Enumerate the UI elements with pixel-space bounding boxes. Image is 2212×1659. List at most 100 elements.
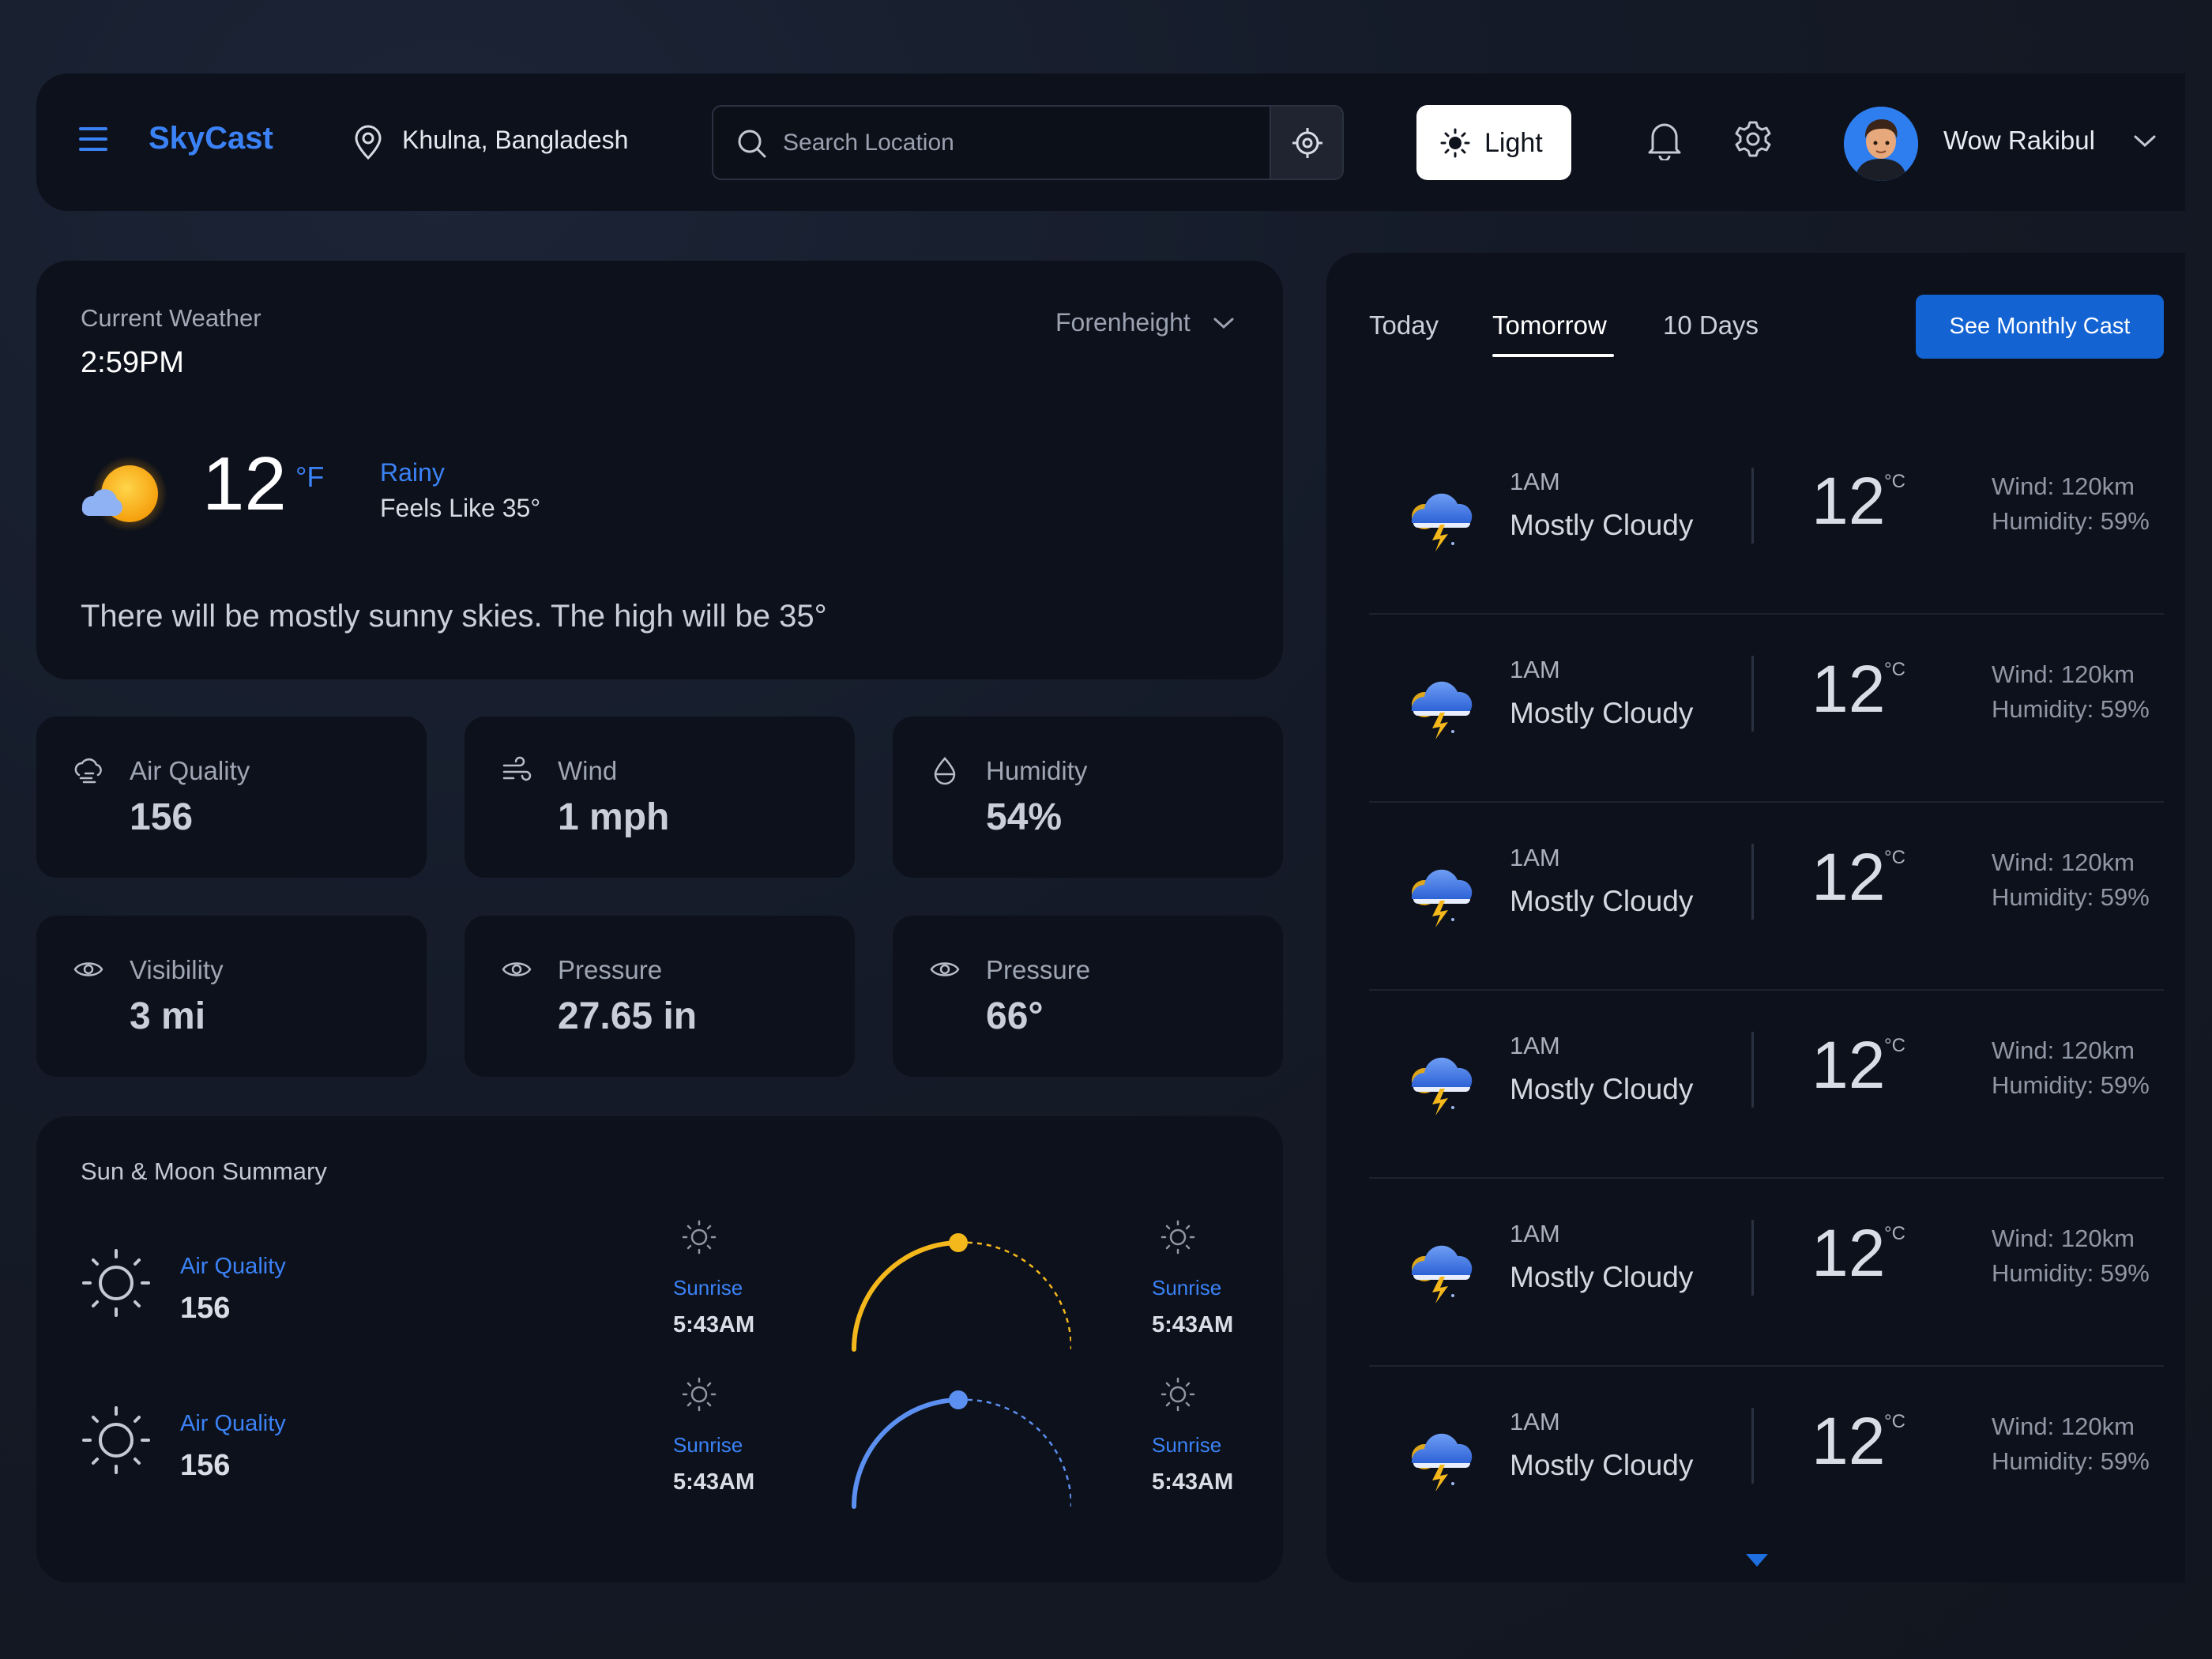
eye-icon [502,962,532,976]
search-icon [738,130,766,158]
forecast-wind: Wind: 120km [1992,1224,2135,1252]
sun-icon [82,1249,150,1317]
arc-progress [852,1240,961,1352]
forecast-row[interactable]: 1AM Mostly Cloudy 12 °C Wind: 120km Humi… [1369,427,2164,615]
partly-sunny-icon [81,456,167,532]
sun-moon-title: Sun & Moon Summary [81,1157,327,1185]
forecast-unit: °C [1884,471,1905,492]
hamburger-menu-icon[interactable] [79,127,107,151]
divider [1751,1220,1754,1296]
eye-icon [73,962,103,976]
humidity-icon [934,757,956,785]
chevron-down-icon[interactable] [2133,134,2157,149]
forecast-humidity: Humidity: 59% [1992,1447,2150,1475]
forecast-condition: Mostly Cloudy [1510,1449,1694,1481]
sun-moon-label: Air Quality [180,1411,286,1436]
tab-today[interactable]: Today [1369,310,1439,340]
unit-selector[interactable]: Forenheight [1055,308,1234,337]
current-time: 2:59PM [81,346,184,379]
moon-arc-chart [852,1390,1071,1509]
top-bar: SkyCast Khulna, Bangladesh Search Locati… [36,73,2185,211]
sun-icon [1440,128,1470,158]
sunrise-time: 5:43AM [673,1312,755,1337]
eye-icon [930,962,960,976]
thunderstorm-cloud-icon [1411,1057,1473,1115]
locate-me-button[interactable] [1270,107,1342,179]
forecast-condition: Mostly Cloudy [1510,1073,1694,1105]
sunrise-time: 5:43AM [1152,1312,1234,1337]
forecast-time: 1AM [1510,1032,1560,1059]
forecast-time: 1AM [1510,1220,1560,1247]
arc-progress [852,1398,961,1509]
forecast-time: 1AM [1510,1408,1560,1435]
scroll-down-icon[interactable] [1744,1552,1770,1568]
sun-moon-value: 156 [180,1449,231,1482]
forecast-row[interactable]: 1AM Mostly Cloudy 12 °C Wind: 120km Humi… [1369,803,2164,991]
forecast-row[interactable]: 1AM Mostly Cloudy 12 °C Wind: 120km Humi… [1369,1367,2164,1555]
stat-card-air-quality: Air Quality 156 [36,717,427,878]
stat-card-humidity: Humidity 54% [893,717,1283,878]
feels-like: Feels Like 35° [380,494,541,522]
search-input[interactable] [783,107,1257,179]
tab-tomorrow[interactable]: Tomorrow [1492,310,1607,340]
sun-moon-summary-card: Sun & Moon Summary Air Quality 156 Sunri… [36,1116,1283,1582]
forecast-humidity: Humidity: 59% [1992,695,2150,723]
chevron-down-icon [1213,318,1234,329]
forecast-humidity: Humidity: 59% [1992,507,2150,535]
active-tab-indicator [1492,354,1614,357]
forecast-wind: Wind: 120km [1992,472,2135,500]
stat-value: 66° [986,995,1044,1037]
stat-card-visibility: Visibility 3 mi [36,916,427,1077]
wind-icon [502,756,532,781]
forecast-row[interactable]: 1AM Mostly Cloudy 12 °C Wind: 120km Humi… [1369,615,2164,803]
sunrise-label: Sunrise [1152,1433,1222,1457]
brand-logo[interactable]: SkyCast [149,121,273,156]
tab-10-days[interactable]: 10 Days [1663,310,1759,340]
arc-remaining [957,1398,1071,1507]
thunderstorm-cloud-icon [1411,681,1473,739]
settings-gear-icon[interactable] [1733,119,1773,159]
stat-value: 3 mi [130,995,206,1037]
arc-marker [949,1390,968,1409]
user-name[interactable]: Wow Rakibul [1943,126,2095,156]
current-location[interactable]: Khulna, Bangladesh [402,126,628,155]
current-condition: Rainy [380,458,445,487]
sun-moon-label: Air Quality [180,1254,286,1279]
arc-remaining [957,1241,1071,1349]
see-monthly-cast-button[interactable]: See Monthly Cast [1916,295,2164,359]
forecast-row[interactable]: 1AM Mostly Cloudy 12 °C Wind: 120km Humi… [1369,991,2164,1179]
forecast-humidity: Humidity: 59% [1992,883,2150,911]
forecast-time: 1AM [1510,656,1560,683]
forecast-panel: Today Tomorrow 10 Days See Monthly Cast … [1326,253,2185,1582]
weather-description: There will be mostly sunny skies. The hi… [81,599,827,634]
user-avatar[interactable] [1844,107,1918,181]
sun-icon [682,1377,717,1412]
sunrise-label: Sunrise [673,1433,743,1457]
divider [1751,1408,1754,1484]
search-box [712,105,1344,180]
notification-bell-icon[interactable] [1646,119,1683,160]
thunderstorm-cloud-icon [1411,869,1473,927]
theme-toggle-button[interactable]: Light [1416,105,1571,180]
forecast-humidity: Humidity: 59% [1992,1259,2150,1287]
sun-icon [682,1220,717,1255]
forecast-wind: Wind: 120km [1992,660,2135,688]
forecast-condition: Mostly Cloudy [1510,885,1694,917]
forecast-row[interactable]: 1AM Mostly Cloudy 12 °C Wind: 120km Humi… [1369,1179,2164,1367]
stat-card-wind: Wind 1 mph [465,717,855,878]
sunrise-label: Sunrise [673,1276,743,1300]
forecast-wind: Wind: 120km [1992,848,2135,876]
forecast-condition: Mostly Cloudy [1510,697,1694,729]
forecast-time: 1AM [1510,844,1560,871]
current-weather-card: Current Weather 2:59PM Forenheight 12 °F… [36,261,1283,679]
stat-label: Visibility [130,955,224,984]
stat-value: 27.65 in [558,995,698,1037]
sunrise-time: 5:43AM [1152,1469,1234,1495]
forecast-unit: °C [1884,1035,1905,1056]
unit-selector-label: Forenheight [1055,308,1191,337]
forecast-unit: °C [1884,1223,1905,1244]
air-quality-icon [74,758,102,784]
thunderstorm-cloud-icon [1411,1245,1473,1304]
theme-toggle-label: Light [1484,128,1543,158]
forecast-temperature: 12 [1811,840,1886,914]
